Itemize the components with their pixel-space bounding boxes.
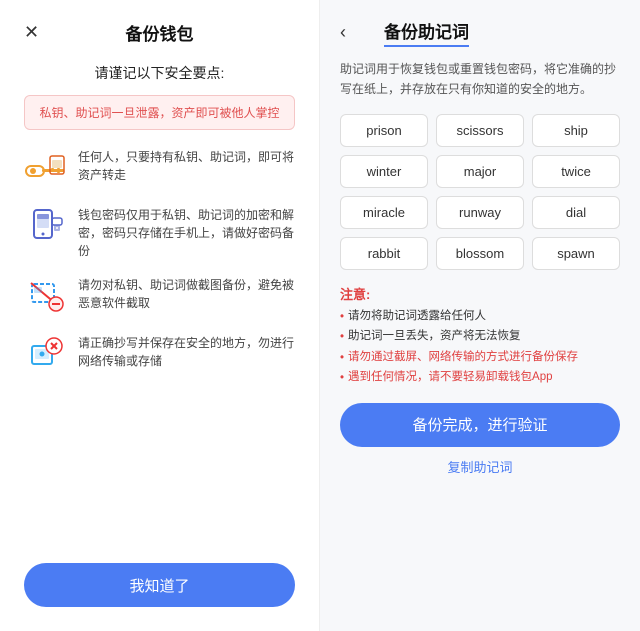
notes-title: 注意:: [340, 284, 620, 303]
note-item-3: •请勿通过截屏、网络传输的方式进行备份保存: [340, 348, 620, 369]
secure-store-icon: [24, 332, 68, 376]
safety-item-1: 任何人，只要持有私钥、助记词，即可将资产转走: [24, 146, 295, 190]
mnemonic-grid: prisonscissorsship wintermajortwice miracl…: [340, 114, 620, 270]
back-icon[interactable]: ‹: [340, 22, 346, 43]
mnemonic-word-11: blossom: [436, 237, 524, 270]
mnemonic-word-5: major: [436, 155, 524, 188]
mnemonic-word-2: scissors: [436, 114, 524, 147]
mnemonic-word-4: winter: [340, 155, 428, 188]
note-item-2: •助记词一旦丢失，资产将无法恢复: [340, 327, 620, 348]
right-description: 助记词用于恢复钱包或重置钱包密码，将它准确的抄写在纸上，并存放在只有你知道的安全…: [340, 59, 620, 100]
left-title: 备份钱包: [126, 20, 194, 45]
safety-item-4-text: 请正确抄写并保存在安全的地方，勿进行网络传输或存储: [78, 332, 295, 370]
right-header: ‹ 备份助记词: [340, 18, 620, 47]
mnemonic-word-10: rabbit: [340, 237, 428, 270]
close-icon[interactable]: ✕: [24, 22, 39, 43]
left-subtitle: 请谨记以下安全要点:: [95, 63, 225, 83]
safety-items: 任何人，只要持有私钥、助记词，即可将资产转走 钱包密码仅用于私钥、助记词的加密和…: [24, 146, 295, 547]
mnemonic-word-6: twice: [532, 155, 620, 188]
note-item-4: •遇到任何情况，请不要轻易卸载钱包App: [340, 368, 620, 389]
copy-mnemonic-link[interactable]: 复制助记词: [340, 457, 620, 476]
key-icon: [24, 146, 68, 190]
mnemonic-word-12: spawn: [532, 237, 620, 270]
safety-item-2-text: 钱包密码仅用于私钥、助记词的加密和解密，密码只存储在手机上，请做好密码备份: [78, 204, 295, 260]
notes-section: 注意: •请勿将助记词透露给任何人•助记词一旦丢失，资产将无法恢复•请勿通过截屏…: [340, 284, 620, 389]
acknowledge-button[interactable]: 我知道了: [24, 563, 295, 607]
note-item-1: •请勿将助记词透露给任何人: [340, 307, 620, 328]
left-header: ✕ 备份钱包: [24, 20, 295, 45]
mnemonic-word-9: dial: [532, 196, 620, 229]
mnemonic-word-1: prison: [340, 114, 428, 147]
warning-bar: 私钥、助记词一旦泄露，资产即可被他人掌控: [24, 95, 295, 130]
mnemonic-word-8: runway: [436, 196, 524, 229]
safety-item-4: 请正确抄写并保存在安全的地方，勿进行网络传输或存储: [24, 332, 295, 376]
screenshot-ban-icon: [24, 274, 68, 318]
safety-item-3: 请勿对私钥、助记词做截图备份，避免被恶意软件截取: [24, 274, 295, 318]
left-panel: ✕ 备份钱包 请谨记以下安全要点: 私钥、助记词一旦泄露，资产即可被他人掌控: [0, 0, 320, 631]
phone-lock-icon: [24, 204, 68, 248]
right-panel: ‹ 备份助记词 助记词用于恢复钱包或重置钱包密码，将它准确的抄写在纸上，并存放在…: [320, 0, 640, 631]
safety-item-1-text: 任何人，只要持有私钥、助记词，即可将资产转走: [78, 146, 295, 184]
right-title: 备份助记词: [384, 18, 469, 47]
backup-complete-button[interactable]: 备份完成，进行验证: [340, 403, 620, 447]
mnemonic-word-7: miracle: [340, 196, 428, 229]
mnemonic-word-3: ship: [532, 114, 620, 147]
safety-item-2: 钱包密码仅用于私钥、助记词的加密和解密，密码只存储在手机上，请做好密码备份: [24, 204, 295, 260]
safety-item-3-text: 请勿对私钥、助记词做截图备份，避免被恶意软件截取: [78, 274, 295, 312]
